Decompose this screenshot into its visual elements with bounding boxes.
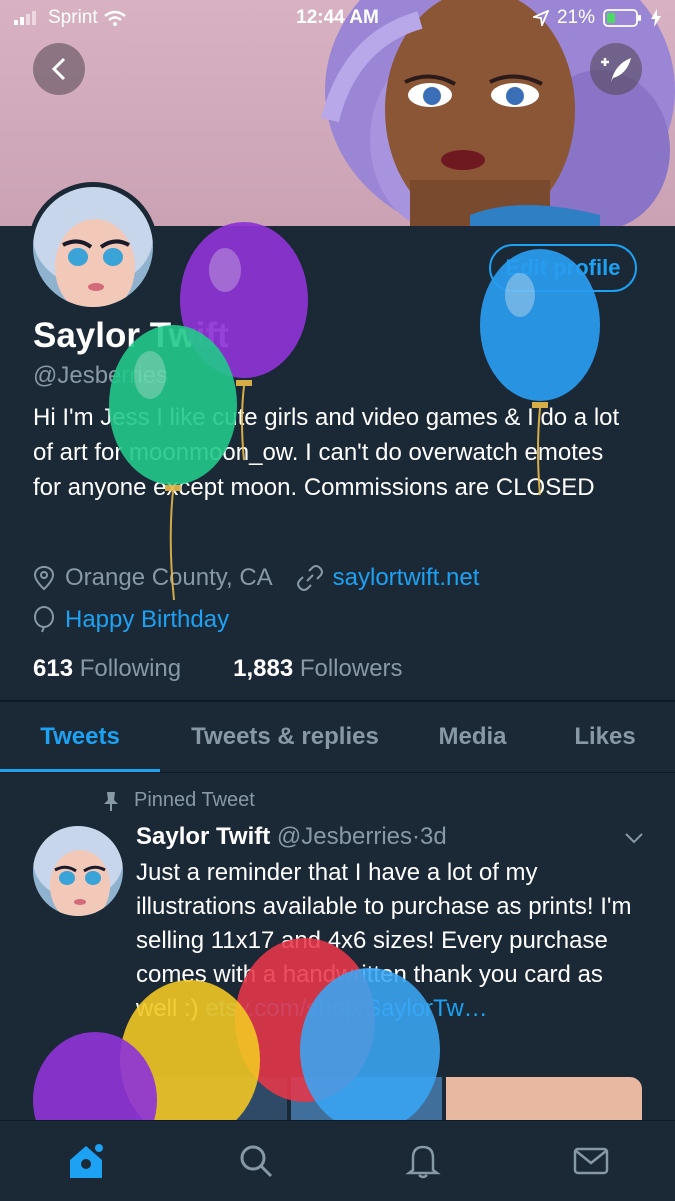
balloon-blue — [480, 249, 600, 496]
messages-icon[interactable] — [573, 1146, 609, 1176]
balloon-green — [109, 325, 237, 601]
balloon-blue-bottom — [300, 968, 440, 1132]
notifications-icon[interactable] — [405, 1142, 442, 1180]
search-icon[interactable] — [238, 1143, 274, 1179]
bottom-tab-bar — [0, 1120, 675, 1201]
home-icon[interactable] — [66, 1142, 106, 1180]
birthday-balloons — [33, 222, 600, 1168]
